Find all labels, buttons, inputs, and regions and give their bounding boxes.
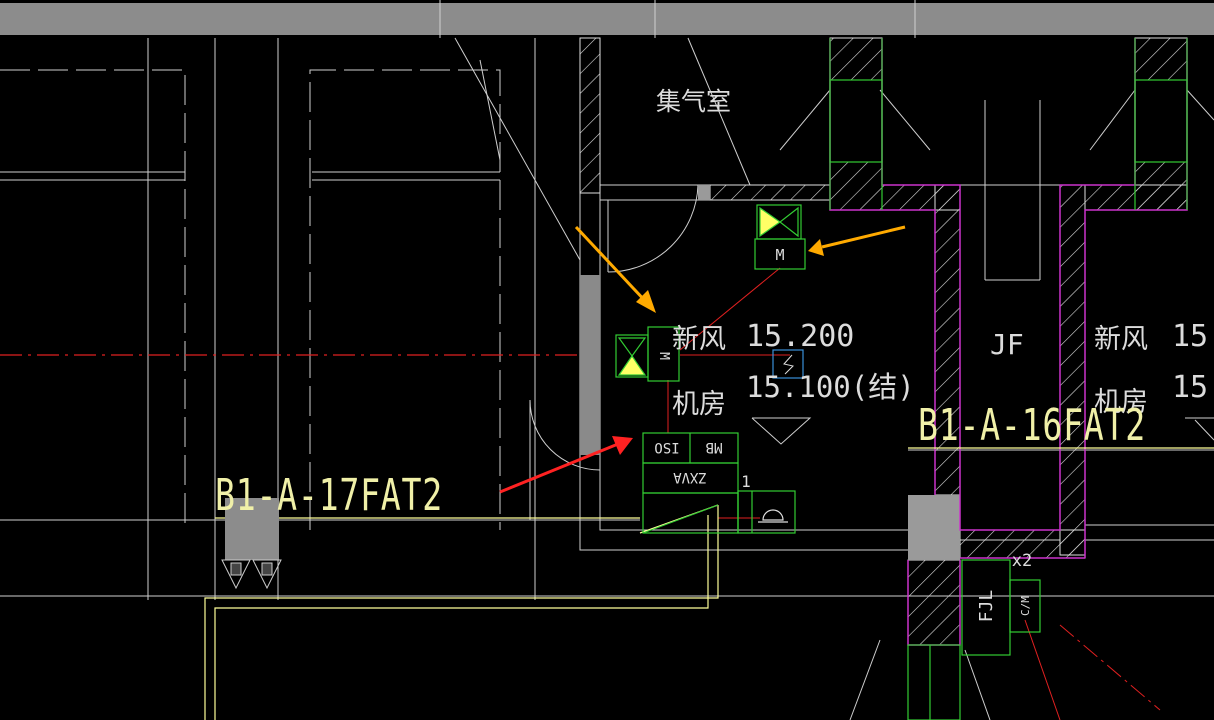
unit-label-left: B1-A-17FAT2 [215, 470, 443, 521]
elevation-right-bottom: 15.1 [1172, 370, 1214, 405]
tag-jf: JF [990, 328, 1024, 361]
cad-drawing[interactable]: M M ISO MB ZXVA 1 FJL C/M x2 集气室 新风 机房 1… [0, 0, 1214, 720]
damper-left-label: M [656, 352, 671, 360]
wall-fill [580, 275, 600, 455]
cad-drawing-viewport[interactable]: M M ISO MB ZXVA 1 FJL C/M x2 集气室 新风 机房 1… [0, 0, 1214, 720]
elevation-top: 15.200 [746, 319, 854, 354]
panel-label-iso: ISO [654, 439, 679, 455]
motorized-damper-left[interactable]: M [615, 326, 680, 382]
red-diag-2 [1059, 624, 1161, 711]
riser-tag: C/M [1019, 596, 1032, 616]
damper-upper-label: M [775, 246, 784, 264]
riser-group[interactable]: FJL C/M x2 [961, 551, 1041, 656]
room-fresh-air-line1: 新风 [672, 324, 726, 355]
room-fresh-air-right-line1: 新风 [1094, 324, 1148, 355]
panel-label-zxva: ZXVA [673, 469, 707, 485]
motorized-damper-upper[interactable]: M [754, 204, 806, 270]
panel-side-label: 1 [741, 472, 751, 491]
riser-label: FJL [976, 590, 997, 623]
room-fresh-air-line2: 机房 [672, 389, 726, 420]
unit-label-right: B1-A-16FAT2 [918, 400, 1146, 451]
count-label: x2 [1012, 551, 1032, 571]
annotation-arrows [499, 225, 906, 494]
column-fill [908, 495, 960, 560]
room-gas-collection: 集气室 [656, 87, 731, 116]
red-diag-1 [1024, 619, 1061, 720]
door-jamb [698, 185, 710, 200]
elevation-struct: 15.100(结) [746, 370, 915, 404]
panel-label-mb: MB [706, 439, 723, 455]
elevation-right-top: 15.2 [1172, 319, 1214, 354]
